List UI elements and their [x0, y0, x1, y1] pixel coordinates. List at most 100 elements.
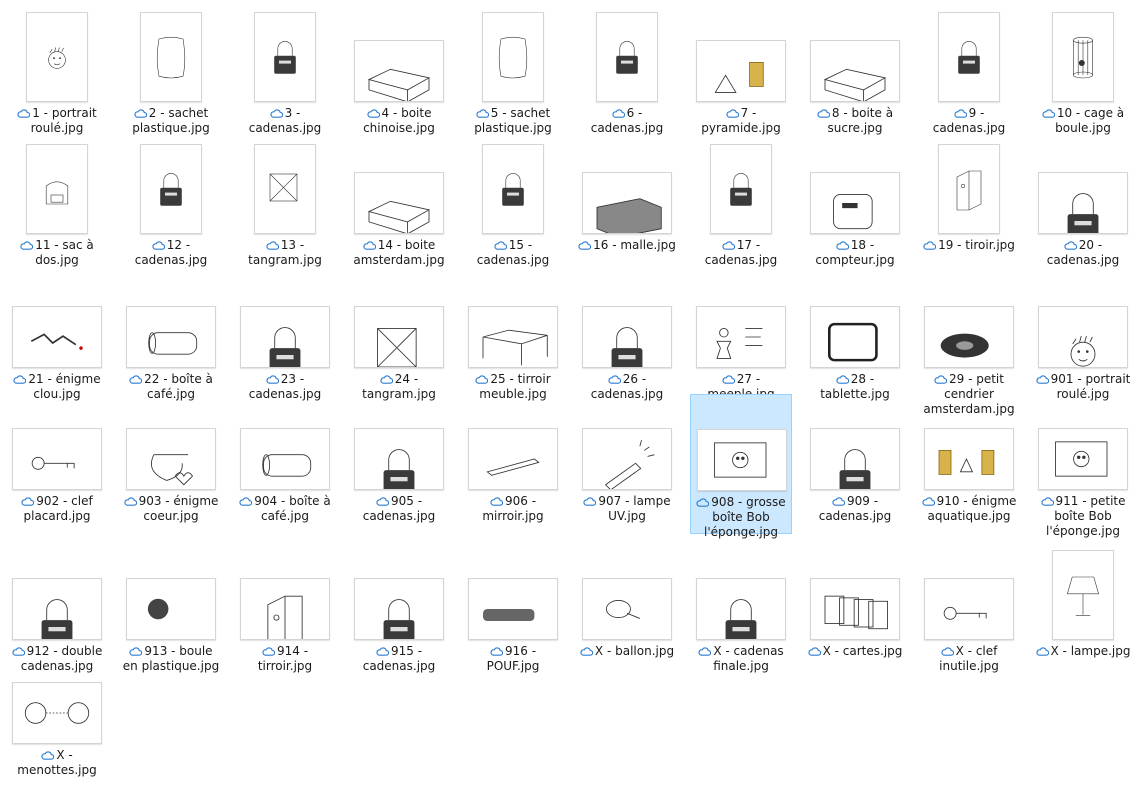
- file-name-label[interactable]: 18 - compteur.jpg: [806, 238, 904, 268]
- file-thumbnail[interactable]: [126, 400, 216, 490]
- file-item[interactable]: 903 - énigme coeur.jpg: [120, 394, 222, 534]
- file-name-label[interactable]: 9 - cadenas.jpg: [920, 106, 1018, 136]
- file-item[interactable]: 28 - tablette.jpg: [804, 272, 906, 412]
- file-thumbnail[interactable]: [582, 400, 672, 490]
- file-item[interactable]: 902 - clef placard.jpg: [6, 394, 108, 534]
- file-name-label[interactable]: 1 - portrait roulé.jpg: [8, 106, 106, 136]
- file-name-label[interactable]: 906 - mirroir.jpg: [464, 494, 562, 524]
- file-item[interactable]: 2 - sachet plastique.jpg: [120, 6, 222, 146]
- file-thumbnail[interactable]: [12, 550, 102, 640]
- file-item[interactable]: 21 - énigme clou.jpg: [6, 272, 108, 412]
- file-thumbnail[interactable]: [240, 12, 330, 102]
- file-name-label[interactable]: 12 - cadenas.jpg: [122, 238, 220, 268]
- file-item[interactable]: X - lampe.jpg: [1032, 544, 1134, 684]
- file-thumbnail[interactable]: [810, 12, 900, 102]
- file-name-label[interactable]: 11 - sac à dos.jpg: [8, 238, 106, 268]
- file-name-label[interactable]: 14 - boite amsterdam.jpg: [350, 238, 448, 268]
- file-item[interactable]: 911 - petite boîte Bob l'éponge.jpg: [1032, 394, 1134, 538]
- file-thumbnail[interactable]: [12, 144, 102, 234]
- file-thumbnail[interactable]: [810, 144, 900, 234]
- file-thumbnail[interactable]: [1038, 278, 1128, 368]
- file-item[interactable]: 10 - cage à boule.jpg: [1032, 6, 1134, 146]
- file-thumbnail[interactable]: [924, 12, 1014, 102]
- file-thumbnail[interactable]: [126, 144, 216, 234]
- file-item[interactable]: 14 - boite amsterdam.jpg: [348, 138, 450, 278]
- file-item[interactable]: 910 - énigme aquatique.jpg: [918, 394, 1020, 534]
- file-thumbnail[interactable]: [1038, 12, 1128, 102]
- file-thumbnail[interactable]: [12, 400, 102, 490]
- file-thumbnail[interactable]: [1038, 144, 1128, 234]
- file-name-label[interactable]: 913 - boule en plastique.jpg: [122, 644, 220, 674]
- file-thumbnail[interactable]: [240, 278, 330, 368]
- file-name-label[interactable]: 19 - tiroir.jpg: [920, 238, 1018, 253]
- file-name-label[interactable]: 903 - énigme coeur.jpg: [122, 494, 220, 524]
- file-name-label[interactable]: 908 - grosse boîte Bob l'éponge.jpg: [693, 495, 789, 540]
- file-thumbnail[interactable]: [240, 400, 330, 490]
- file-thumbnail[interactable]: [1038, 400, 1128, 490]
- file-thumbnail[interactable]: [924, 144, 1014, 234]
- file-thumbnail[interactable]: [240, 550, 330, 640]
- file-name-label[interactable]: 5 - sachet plastique.jpg: [464, 106, 562, 136]
- file-item[interactable]: 9 - cadenas.jpg: [918, 6, 1020, 146]
- file-item[interactable]: 906 - mirroir.jpg: [462, 394, 564, 534]
- file-item[interactable]: 26 - cadenas.jpg: [576, 272, 678, 412]
- file-thumbnail[interactable]: [12, 12, 102, 102]
- file-thumbnail[interactable]: [12, 278, 102, 368]
- file-name-label[interactable]: 13 - tangram.jpg: [236, 238, 334, 268]
- file-thumbnail[interactable]: [582, 12, 672, 102]
- file-thumbnail[interactable]: [810, 278, 900, 368]
- file-thumbnail[interactable]: [582, 278, 672, 368]
- file-item[interactable]: 904 - boîte à café.jpg: [234, 394, 336, 534]
- file-item[interactable]: 5 - sachet plastique.jpg: [462, 6, 564, 146]
- file-name-label[interactable]: X - clef inutile.jpg: [920, 644, 1018, 674]
- file-name-label[interactable]: 17 - cadenas.jpg: [692, 238, 790, 268]
- file-item[interactable]: 25 - tirroir meuble.jpg: [462, 272, 564, 412]
- file-item[interactable]: X - clef inutile.jpg: [918, 544, 1020, 684]
- file-name-label[interactable]: 2 - sachet plastique.jpg: [122, 106, 220, 136]
- file-thumbnail[interactable]: [468, 278, 558, 368]
- file-item[interactable]: 4 - boite chinoise.jpg: [348, 6, 450, 146]
- file-item[interactable]: 17 - cadenas.jpg: [690, 138, 792, 278]
- file-name-label[interactable]: 905 - cadenas.jpg: [350, 494, 448, 524]
- file-thumbnail[interactable]: [354, 400, 444, 490]
- file-name-label[interactable]: 7 - pyramide.jpg: [692, 106, 790, 136]
- file-item[interactable]: 15 - cadenas.jpg: [462, 138, 564, 278]
- file-item[interactable]: 908 - grosse boîte Bob l'éponge.jpg: [690, 394, 792, 539]
- file-thumbnail[interactable]: [354, 144, 444, 234]
- file-name-label[interactable]: 909 - cadenas.jpg: [806, 494, 904, 524]
- file-thumbnail[interactable]: [126, 278, 216, 368]
- file-name-label[interactable]: 915 - cadenas.jpg: [350, 644, 448, 674]
- file-name-label[interactable]: 10 - cage à boule.jpg: [1034, 106, 1132, 136]
- file-thumbnail[interactable]: [696, 144, 786, 234]
- file-name-label[interactable]: 902 - clef placard.jpg: [8, 494, 106, 524]
- file-name-label[interactable]: 3 - cadenas.jpg: [236, 106, 334, 136]
- file-thumbnail[interactable]: [696, 550, 786, 640]
- file-item[interactable]: 1 - portrait roulé.jpg: [6, 6, 108, 146]
- file-name-label[interactable]: 904 - boîte à café.jpg: [236, 494, 334, 524]
- file-item[interactable]: 20 - cadenas.jpg: [1032, 138, 1134, 278]
- file-name-label[interactable]: 910 - énigme aquatique.jpg: [920, 494, 1018, 524]
- file-thumbnail[interactable]: [354, 278, 444, 368]
- file-thumbnail[interactable]: [126, 12, 216, 102]
- file-thumbnail[interactable]: [126, 550, 216, 640]
- file-thumbnail[interactable]: [582, 550, 672, 640]
- file-name-label[interactable]: 16 - malle.jpg: [578, 238, 676, 253]
- file-name-label[interactable]: 911 - petite boîte Bob l'éponge.jpg: [1034, 494, 1132, 539]
- file-item[interactable]: 29 - petit cendrier amsterdam.jpg: [918, 272, 1020, 416]
- file-item[interactable]: 27 - meeple.jpg: [690, 272, 792, 412]
- file-item[interactable]: 901 - portrait roulé.jpg: [1032, 272, 1134, 412]
- file-item[interactable]: X - ballon.jpg: [576, 544, 678, 684]
- file-item[interactable]: 7 - pyramide.jpg: [690, 6, 792, 146]
- file-name-label[interactable]: X - cartes.jpg: [806, 644, 904, 659]
- file-name-label[interactable]: 6 - cadenas.jpg: [578, 106, 676, 136]
- file-item[interactable]: 24 - tangram.jpg: [348, 272, 450, 412]
- file-item[interactable]: 915 - cadenas.jpg: [348, 544, 450, 684]
- file-thumbnail[interactable]: [924, 278, 1014, 368]
- file-item[interactable]: 16 - malle.jpg: [576, 138, 678, 278]
- file-thumbnail[interactable]: [924, 550, 1014, 640]
- file-thumbnail[interactable]: [696, 12, 786, 102]
- file-thumbnail[interactable]: [810, 550, 900, 640]
- file-item[interactable]: 914 - tirroir.jpg: [234, 544, 336, 684]
- file-thumbnail[interactable]: [810, 400, 900, 490]
- file-thumbnail[interactable]: [240, 144, 330, 234]
